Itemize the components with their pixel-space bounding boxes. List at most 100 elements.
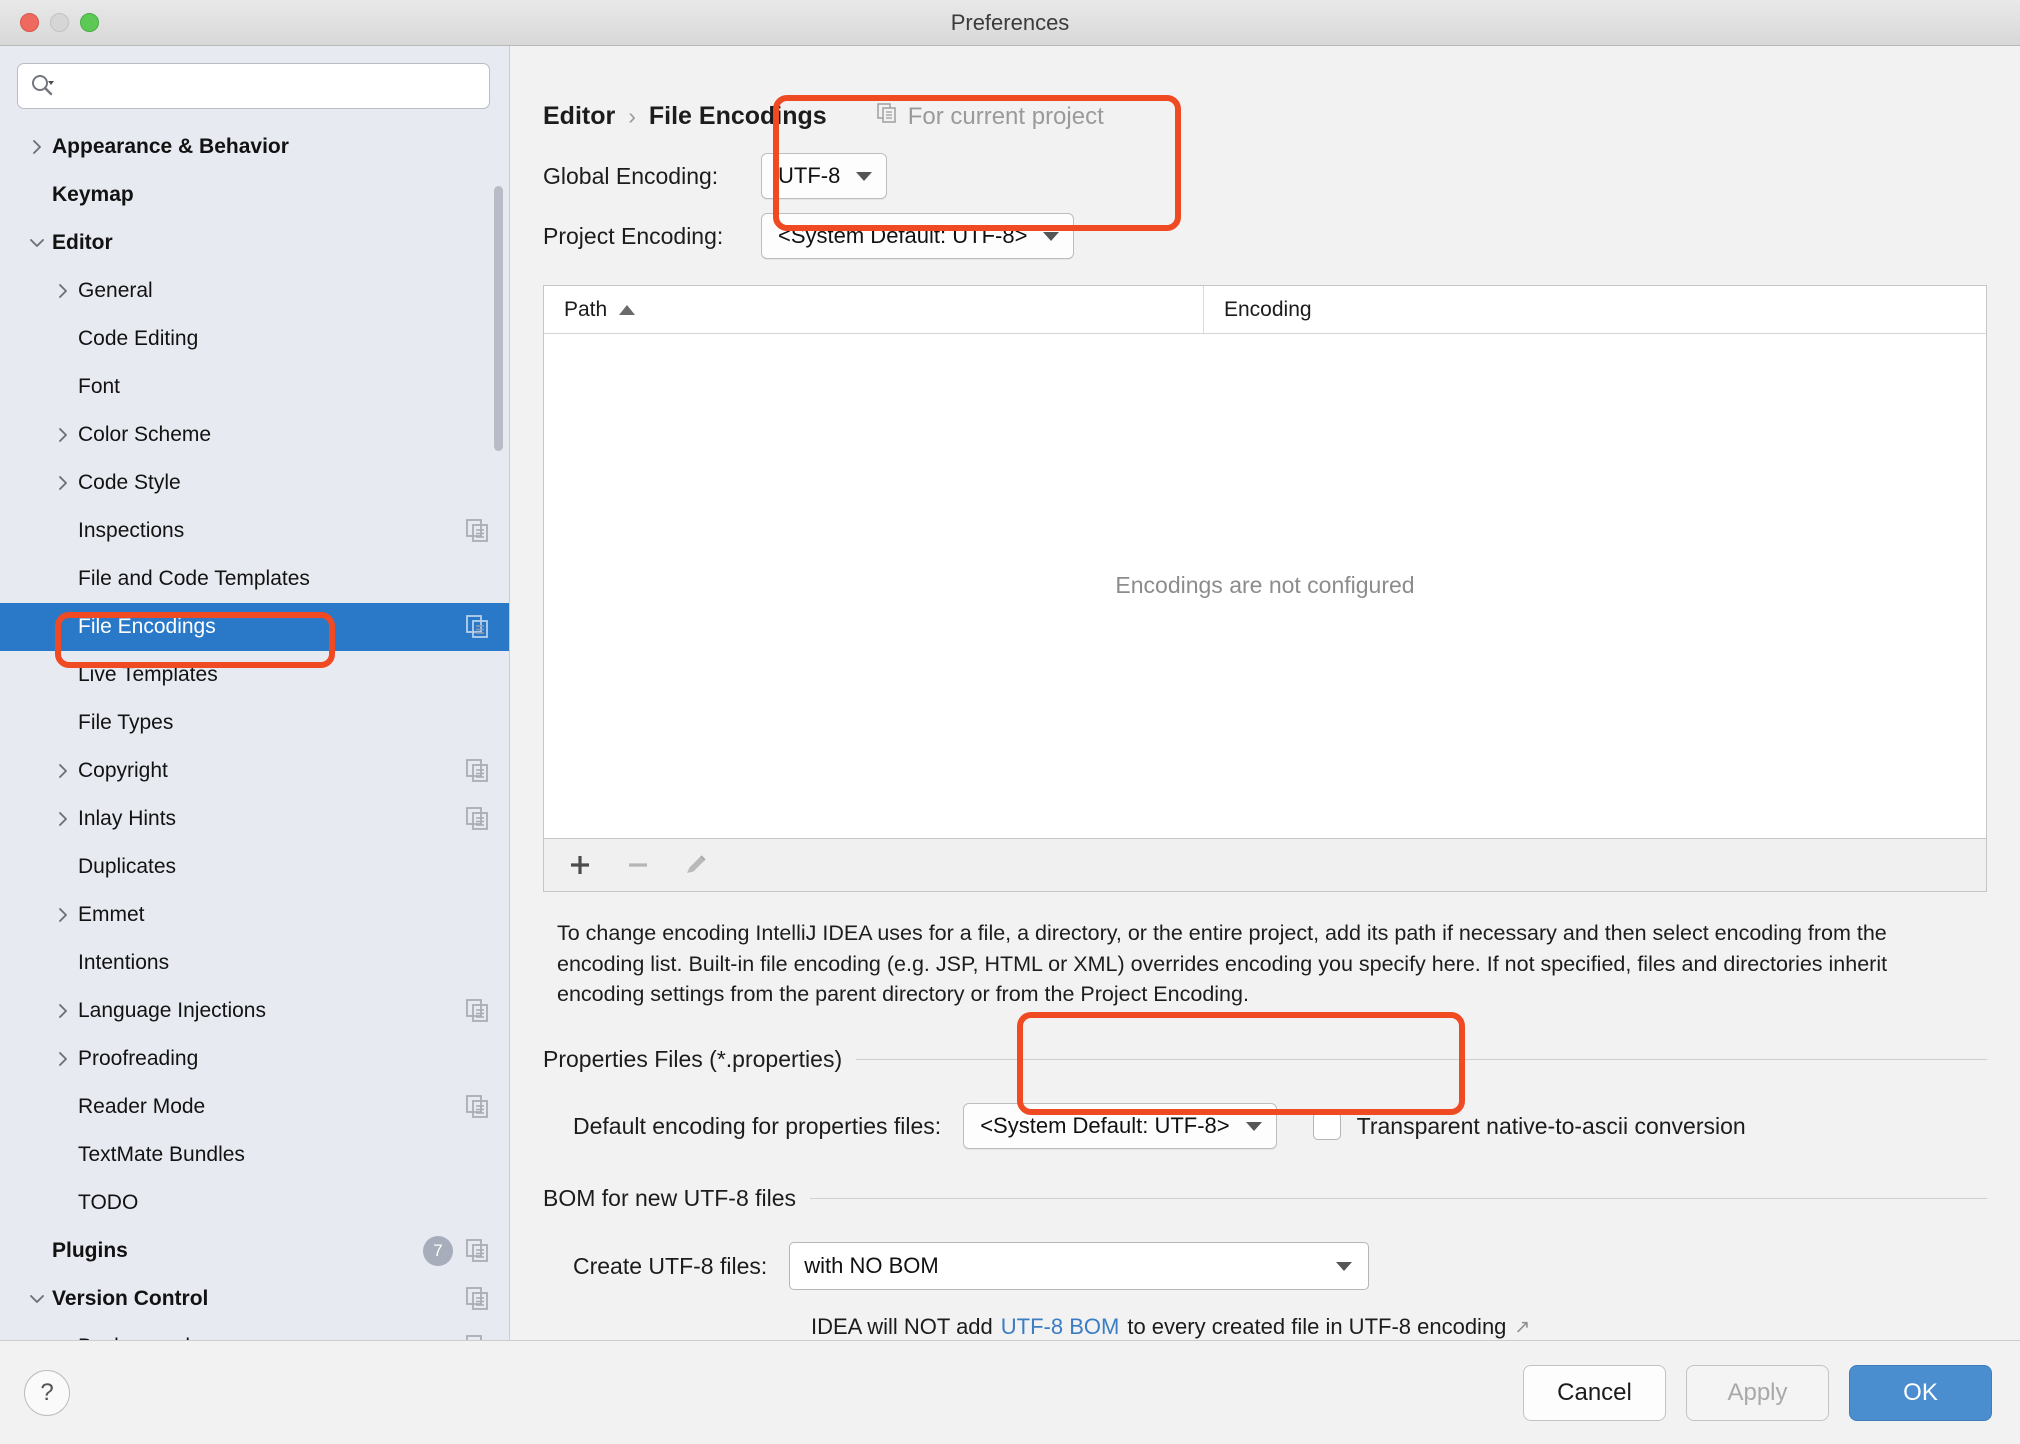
group-divider	[810, 1198, 1987, 1199]
sidebar-item-label: File Encodings	[78, 615, 216, 638]
chevron-right-icon[interactable]	[48, 811, 78, 827]
help-button[interactable]: ?	[24, 1369, 70, 1416]
chevron-down-icon[interactable]	[22, 235, 52, 251]
apply-button: Apply	[1686, 1364, 1829, 1421]
sidebar-item-inspections[interactable]: Inspections	[0, 507, 509, 555]
copy-settings-icon[interactable]	[465, 1334, 491, 1340]
sidebar-item-todo[interactable]: TODO	[0, 1179, 509, 1227]
chevron-right-icon[interactable]	[48, 475, 78, 491]
sidebar-item-language-injections[interactable]: Language Injections	[0, 987, 509, 1035]
chevron-right-icon[interactable]	[48, 763, 78, 779]
sidebar-item-editor[interactable]: Editor	[0, 219, 509, 267]
copy-settings-icon[interactable]	[465, 518, 491, 544]
external-link-icon[interactable]: ↗	[1514, 1316, 1530, 1339]
create-utf8-files-dropdown[interactable]: with NO BOM	[789, 1242, 1370, 1290]
chevron-right-icon[interactable]	[48, 427, 78, 443]
copy-settings-icon[interactable]	[465, 998, 491, 1024]
sidebar-item-proofreading[interactable]: Proofreading	[0, 1035, 509, 1083]
column-header-encoding[interactable]: Encoding	[1204, 286, 1986, 333]
copy-settings-icon[interactable]	[465, 806, 491, 832]
breadcrumb-parent[interactable]: Editor	[543, 102, 615, 131]
sidebar-item-label: Language Injections	[78, 999, 266, 1022]
utf8-bom-link[interactable]: UTF-8 BOM	[1001, 1314, 1120, 1340]
footer-actions: Cancel Apply OK	[1523, 1364, 1992, 1421]
sidebar-item-font[interactable]: Font	[0, 363, 509, 411]
encodings-description: To change encoding IntelliJ IDEA uses fo…	[557, 920, 1888, 1007]
sidebar-item-appearance-behavior[interactable]: Appearance & Behavior	[0, 123, 509, 171]
sidebar-item-reader-mode[interactable]: Reader Mode	[0, 1083, 509, 1131]
copy-settings-icon[interactable]	[465, 1286, 491, 1312]
sidebar-item-keymap[interactable]: Keymap	[0, 171, 509, 219]
sidebar-item-live-templates[interactable]: Live Templates	[0, 651, 509, 699]
column-header-path[interactable]: Path	[544, 286, 1204, 333]
cancel-button[interactable]: Cancel	[1523, 1364, 1666, 1421]
copy-settings-icon[interactable]	[465, 758, 491, 784]
table-header-row: Path Encoding	[544, 286, 1986, 334]
edit-pencil-icon	[687, 855, 706, 873]
sidebar-item-emmet[interactable]: Emmet	[0, 891, 509, 939]
sidebar-item-file-types[interactable]: File Types	[0, 699, 509, 747]
search-input[interactable]	[62, 75, 477, 97]
sidebar-item-copyright[interactable]: Copyright	[0, 747, 509, 795]
sidebar-item-file-and-code-templates[interactable]: File and Code Templates	[0, 555, 509, 603]
chevron-down-icon[interactable]	[22, 1291, 52, 1307]
sidebar-item-plugins[interactable]: Plugins 7	[0, 1227, 509, 1275]
for-current-project-label: For current project	[907, 102, 1104, 130]
global-encoding-dropdown[interactable]: UTF-8	[761, 153, 888, 199]
search-box[interactable]	[17, 63, 490, 109]
sidebar-item-label: Reader Mode	[78, 1095, 206, 1118]
sidebar-item-label: TODO	[78, 1191, 139, 1214]
transparent-native-to-ascii-checkbox[interactable]	[1312, 1112, 1341, 1140]
chevron-right-icon[interactable]	[48, 283, 78, 299]
sidebar-item-duplicates[interactable]: Duplicates	[0, 843, 509, 891]
sidebar-item-label: TextMate Bundles	[78, 1143, 245, 1166]
sidebar-item-background[interactable]: Background	[0, 1323, 509, 1340]
remove-encoding-button	[616, 845, 660, 885]
project-encoding-label: Project Encoding:	[543, 222, 724, 249]
copy-settings-icon[interactable]	[465, 1238, 491, 1264]
sidebar-item-label: Code Style	[78, 471, 181, 494]
default-properties-encoding-dropdown[interactable]: <System Default: UTF-8>	[963, 1103, 1277, 1149]
search-icon	[30, 73, 56, 99]
breadcrumb-separator-icon: ›	[628, 103, 636, 129]
chevron-down-icon	[1245, 1121, 1262, 1131]
sidebar-item-file-encodings[interactable]: File Encodings	[0, 603, 509, 651]
sidebar-item-label: Emmet	[78, 903, 145, 926]
copy-settings-icon[interactable]	[465, 614, 491, 640]
transparent-native-to-ascii-label: Transparent native-to-ascii conversion	[1356, 1112, 1746, 1139]
sidebar-item-label: Inspections	[78, 519, 185, 542]
default-properties-encoding-value: <System Default: UTF-8>	[980, 1113, 1230, 1138]
sidebar-item-label: Font	[78, 375, 121, 398]
chevron-down-icon	[856, 171, 873, 181]
chevron-right-icon[interactable]	[22, 139, 52, 155]
properties-files-title: Properties Files (*.properties)	[543, 1046, 843, 1072]
sidebar-item-intentions[interactable]: Intentions	[0, 939, 509, 987]
chevron-right-icon[interactable]	[48, 907, 78, 923]
properties-files-body: Default encoding for properties files: <…	[543, 1103, 1987, 1149]
sidebar-scrollbar[interactable]	[494, 186, 503, 451]
sidebar-item-label: Live Templates	[78, 663, 218, 686]
project-encoding-row: Project Encoding: <System Default: UTF-8…	[510, 213, 2020, 259]
ok-button[interactable]: OK	[1849, 1364, 1992, 1421]
chevron-right-icon[interactable]	[48, 1051, 78, 1067]
sidebar-item-code-style[interactable]: Code Style	[0, 459, 509, 507]
sidebar-item-textmate-bundles[interactable]: TextMate Bundles	[0, 1131, 509, 1179]
copy-settings-icon[interactable]	[465, 1094, 491, 1120]
plus-icon	[571, 855, 589, 874]
settings-sidebar: Appearance & Behavior Keymap Editor General…	[0, 46, 510, 1340]
dialog-footer: ? Cancel Apply OK	[0, 1340, 2020, 1444]
sidebar-item-label: Editor	[52, 231, 113, 254]
sidebar-item-label: Version Control	[52, 1287, 209, 1310]
default-properties-encoding-label: Default encoding for properties files:	[573, 1112, 942, 1139]
chevron-right-icon[interactable]	[48, 1003, 78, 1019]
table-toolbar	[543, 838, 1987, 892]
sidebar-item-label: Code Editing	[78, 327, 199, 350]
sidebar-item-color-scheme[interactable]: Color Scheme	[0, 411, 509, 459]
sidebar-item-general[interactable]: General	[0, 267, 509, 315]
project-encoding-dropdown[interactable]: <System Default: UTF-8>	[761, 213, 1075, 259]
sidebar-item-code-editing[interactable]: Code Editing	[0, 315, 509, 363]
global-encoding-value: UTF-8	[778, 163, 841, 188]
add-encoding-button[interactable]	[558, 845, 602, 885]
sidebar-item-inlay-hints[interactable]: Inlay Hints	[0, 795, 509, 843]
sidebar-item-version-control[interactable]: Version Control	[0, 1275, 509, 1323]
